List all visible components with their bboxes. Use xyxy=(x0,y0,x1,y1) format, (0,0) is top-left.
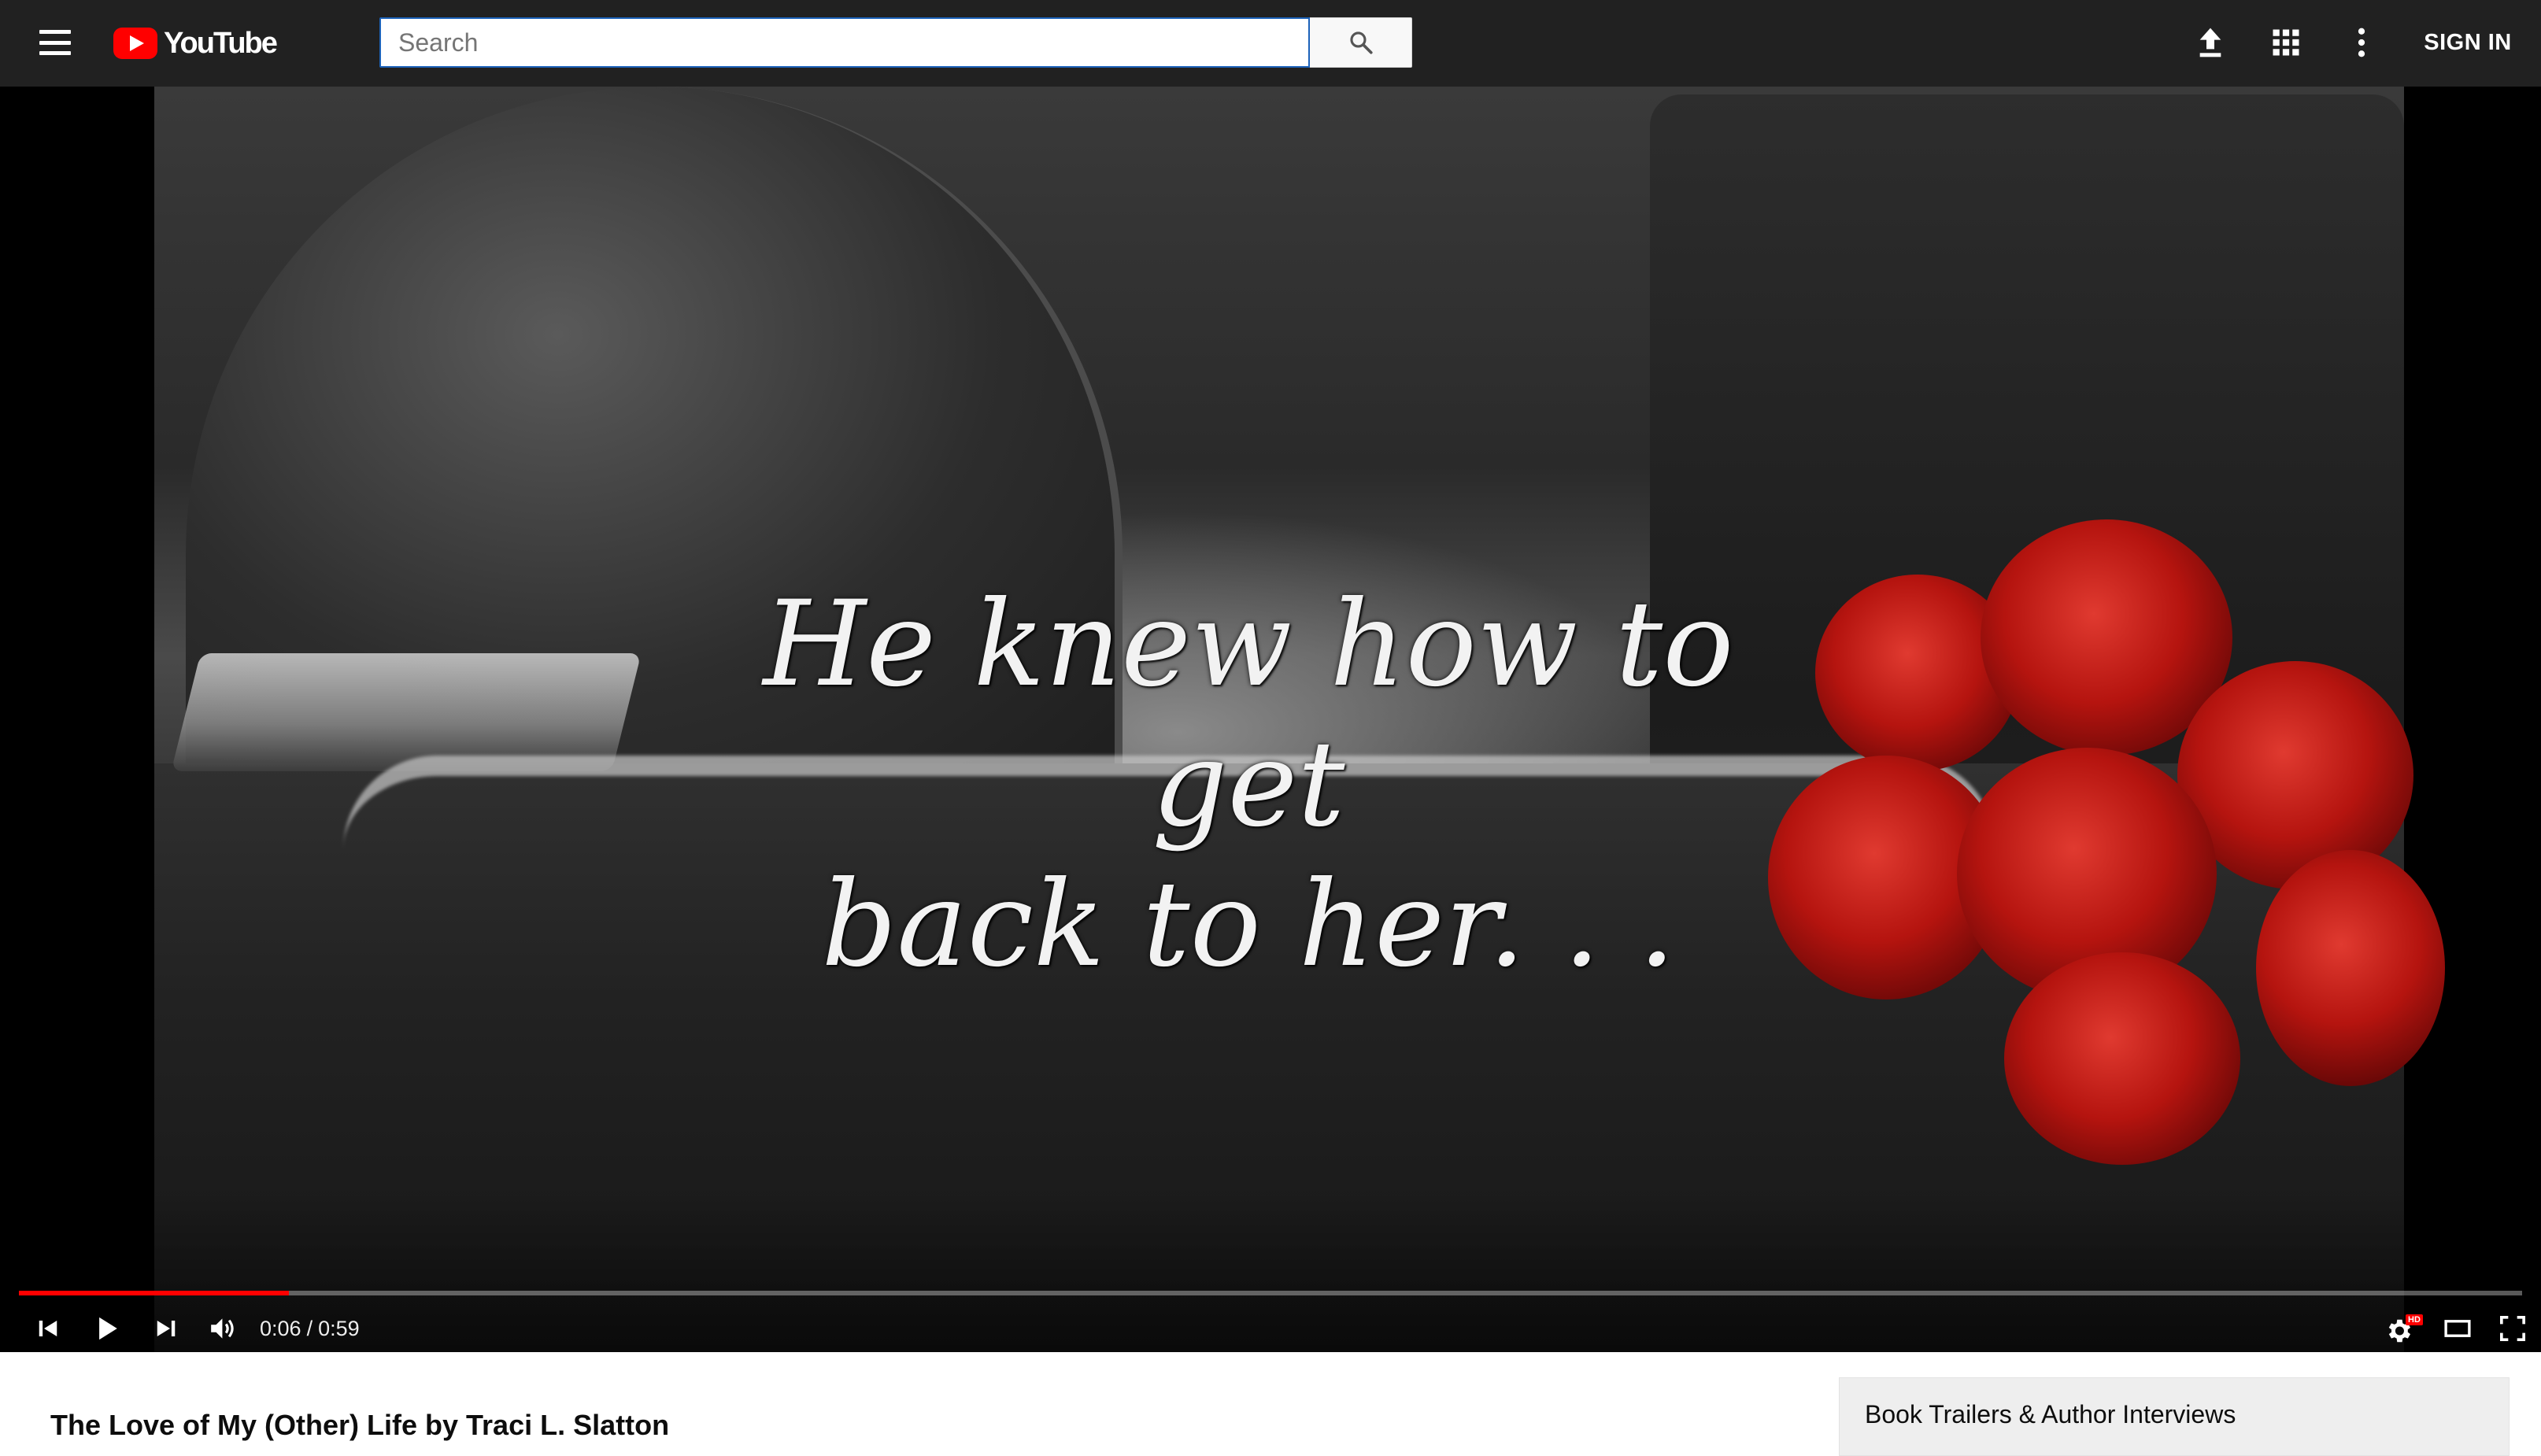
search-icon xyxy=(1349,31,1373,54)
video-caption: He knew how to get back to her. . . xyxy=(737,575,1760,995)
menu-icon[interactable] xyxy=(38,28,72,57)
youtube-play-logo-icon xyxy=(113,28,157,59)
controls-gradient xyxy=(0,1195,2541,1352)
upload-icon xyxy=(2199,28,2221,57)
search-input[interactable] xyxy=(398,19,1308,66)
more-options-button[interactable] xyxy=(2338,19,2385,66)
previous-button[interactable] xyxy=(28,1305,68,1352)
upload-button[interactable] xyxy=(2187,19,2234,66)
apps-icon xyxy=(2273,29,2299,56)
next-button[interactable] xyxy=(146,1305,186,1352)
video-scene-slab xyxy=(171,653,642,771)
volume-button[interactable] xyxy=(202,1305,246,1352)
previous-icon xyxy=(39,1321,57,1336)
hd-badge: HD xyxy=(2406,1314,2423,1325)
time-current: 0:06 xyxy=(260,1316,301,1340)
video-frame[interactable]: He knew how to get back to her. . . xyxy=(154,87,2445,1352)
progress-bar-played xyxy=(19,1291,290,1295)
video-player[interactable]: He knew how to get back to her. . . 0:06 xyxy=(0,87,2541,1352)
fullscreen-button[interactable] xyxy=(2491,1305,2535,1352)
playlist-panel[interactable]: Book Trailers & Author Interviews xyxy=(1839,1377,2510,1456)
time-total: 0:59 xyxy=(318,1316,360,1340)
logo-text: YouTube xyxy=(164,26,278,60)
search-button[interactable] xyxy=(1310,17,1412,68)
video-caption-line-1: He knew how to get xyxy=(763,576,1734,853)
next-icon xyxy=(157,1321,176,1336)
time-separator: / xyxy=(306,1316,313,1340)
masthead: YouTube SIGN IN xyxy=(0,0,2541,87)
video-caption-line-2: back to her. . . xyxy=(821,856,1676,993)
play-icon xyxy=(99,1317,117,1340)
more-vert-icon xyxy=(2358,28,2365,57)
time-display: 0:06 / 0:59 xyxy=(260,1305,360,1352)
sign-in-button[interactable]: SIGN IN xyxy=(2409,17,2527,68)
youtube-logo[interactable]: YouTube xyxy=(113,24,278,63)
apps-button[interactable] xyxy=(2262,19,2310,66)
theater-mode-icon xyxy=(2444,1320,2471,1337)
search-box[interactable] xyxy=(379,17,1310,68)
video-title: The Love of My (Other) Life by Traci L. … xyxy=(50,1409,670,1441)
fullscreen-icon xyxy=(2499,1315,2526,1342)
play-button[interactable] xyxy=(85,1305,129,1352)
video-scene-roses xyxy=(1768,456,2445,1165)
settings-button[interactable]: HD xyxy=(2377,1305,2423,1352)
theater-mode-button[interactable] xyxy=(2436,1305,2480,1352)
volume-icon xyxy=(211,1318,234,1339)
playlist-title[interactable]: Book Trailers & Author Interviews xyxy=(1865,1400,2236,1429)
progress-bar[interactable] xyxy=(19,1291,2522,1295)
